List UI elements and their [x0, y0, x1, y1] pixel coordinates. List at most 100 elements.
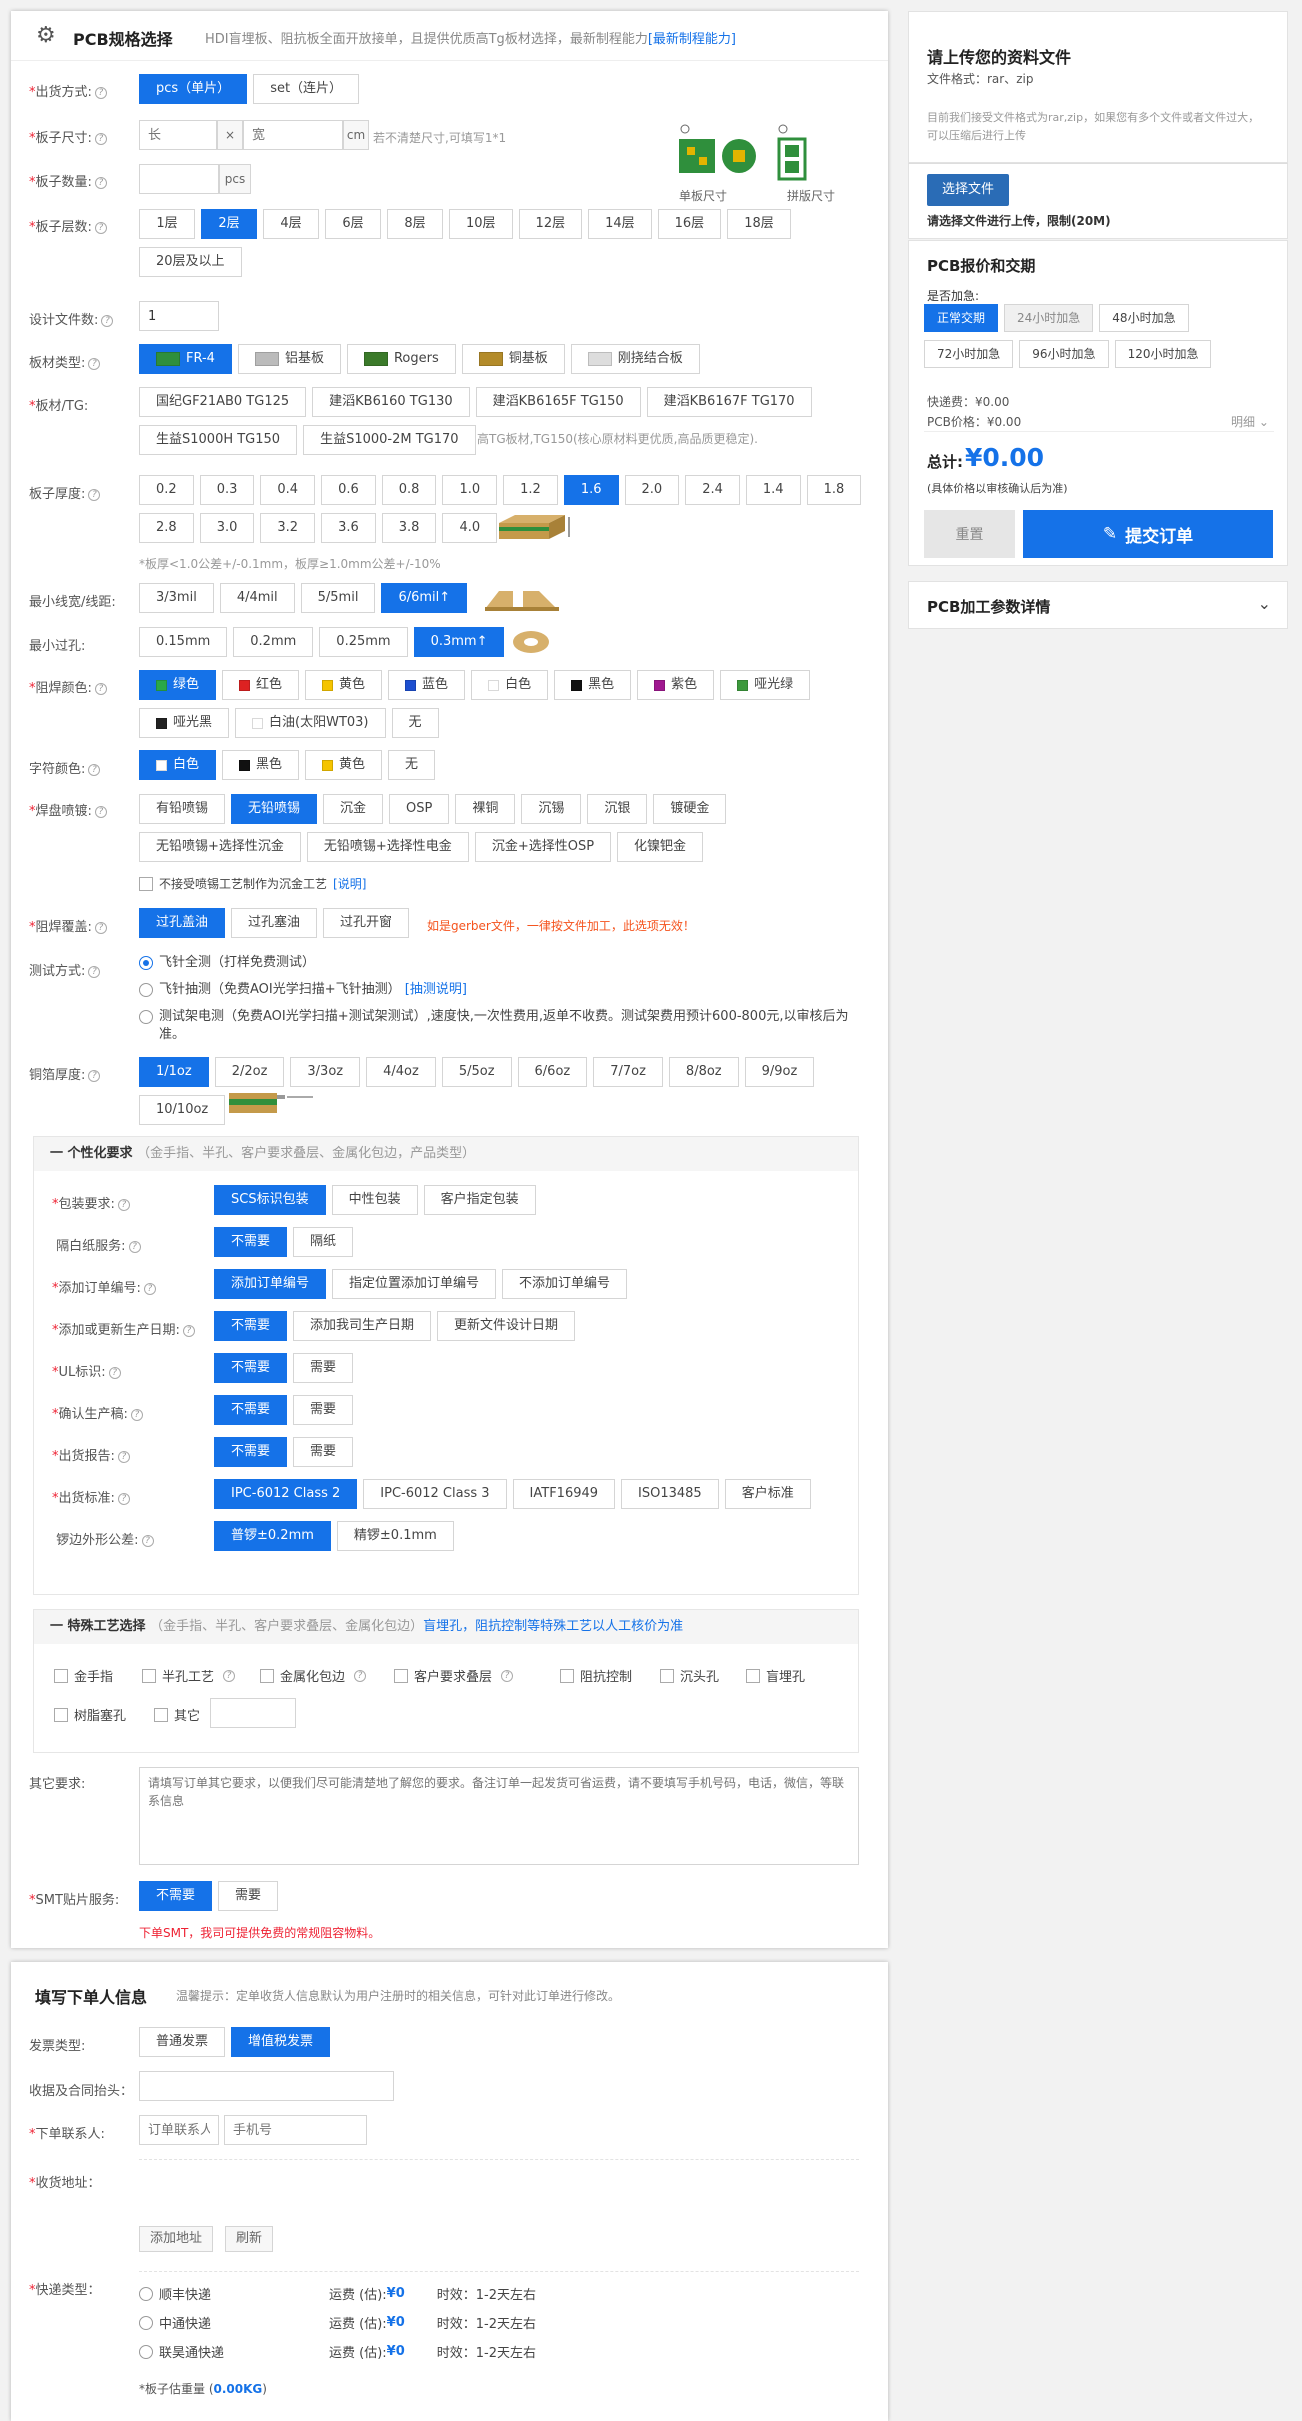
thickness-option[interactable]: 0.3 — [199, 475, 255, 505]
test-option-sample[interactable]: 飞针抽测（免费AOI光学扫描+飞针抽测） [抽测说明] — [139, 981, 859, 999]
material-option[interactable]: 生益S1000H TG150 — [139, 425, 298, 455]
copper-option[interactable]: 7/7oz — [593, 1057, 663, 1087]
smt-option[interactable]: 需要 — [218, 1881, 279, 1911]
copper-option[interactable]: 3/3oz — [290, 1057, 361, 1087]
thickness-option[interactable]: 3.6 — [321, 513, 376, 543]
board-type-option[interactable]: 刚挠结合板 — [570, 344, 700, 374]
soldermask-option[interactable]: 蓝色 — [388, 670, 466, 700]
surface-note-link[interactable]: [说明] — [333, 875, 366, 892]
personal-option[interactable]: 客户指定包装 — [423, 1185, 536, 1215]
express-option[interactable]: 顺丰快递 运费 (估): ¥0 时效：1-2天左右 — [139, 2284, 536, 2303]
thickness-option[interactable]: 1.8 — [806, 475, 862, 505]
special-header[interactable]: 一 特殊工艺选择 （金手指、半孔、客户要求叠层、金属化包边）盲埋孔，阻抗控制等特… — [34, 1610, 858, 1644]
thickness-option[interactable]: 1.4 — [745, 475, 801, 505]
test-option-full[interactable]: 飞针全测（打样免费测试） — [139, 954, 859, 972]
personal-option[interactable]: 隔纸 — [293, 1227, 354, 1257]
silkscreen-option[interactable]: 无 — [388, 750, 436, 780]
personal-option[interactable]: 中性包装 — [331, 1185, 418, 1215]
silkscreen-option[interactable]: 黑色 — [222, 750, 300, 780]
silkscreen-option[interactable]: 黄色 — [305, 750, 383, 780]
board-type-option[interactable]: Rogers — [346, 344, 456, 374]
surface-option[interactable]: 化镍钯金 — [617, 832, 704, 862]
min-hole-option[interactable]: 0.3mm↑ — [413, 627, 505, 657]
personal-option[interactable]: 不需要 — [214, 1227, 288, 1257]
personal-option[interactable]: 需要 — [293, 1353, 354, 1383]
chevron-down-icon[interactable]: ⌄ — [1258, 594, 1271, 613]
layer-option[interactable]: 10层 — [449, 209, 513, 239]
special-checkbox[interactable]: 客户要求叠层? — [394, 1666, 514, 1685]
thickness-option[interactable]: 2.0 — [624, 475, 680, 505]
params-panel[interactable]: PCB加工参数详情 ⌄ — [908, 581, 1288, 629]
urgent-option[interactable]: 72小时加急 — [924, 340, 1014, 368]
board-type-option[interactable]: FR-4 — [139, 344, 232, 374]
surface-option[interactable]: 无铅喷锡+选择性沉金 — [139, 832, 301, 862]
sample-test-link[interactable]: [抽测说明] — [405, 982, 467, 997]
invoice-option[interactable]: 普通发票 — [139, 2027, 226, 2057]
copper-option[interactable]: 6/6oz — [517, 1057, 588, 1087]
personal-option[interactable]: 精锣±0.1mm — [336, 1521, 454, 1551]
layer-option[interactable]: 2层 — [201, 209, 257, 239]
thickness-option[interactable]: 1.6 — [563, 475, 619, 505]
personal-option[interactable]: 不需要 — [214, 1353, 288, 1383]
personal-option[interactable]: 需要 — [293, 1395, 354, 1425]
submit-order-button[interactable]: ✎ 提交订单 — [1023, 510, 1273, 558]
thickness-option[interactable]: 3.2 — [260, 513, 316, 543]
min-trace-option[interactable]: 3/3mil — [139, 583, 214, 613]
copper-option[interactable]: 4/4oz — [366, 1057, 436, 1087]
surface-option[interactable]: 无铅喷锡 — [231, 794, 318, 824]
soldermask-option[interactable]: 黑色 — [554, 670, 632, 700]
via-option[interactable]: 过孔开窗 — [323, 908, 410, 938]
thickness-option[interactable]: 4.0 — [442, 513, 498, 543]
min-hole-option[interactable]: 0.15mm — [139, 627, 228, 657]
layer-option[interactable]: 8层 — [387, 209, 443, 239]
other-textarea[interactable] — [139, 1767, 859, 1865]
surface-option[interactable]: 沉锡 — [521, 794, 582, 824]
surface-option[interactable]: 裸铜 — [455, 794, 516, 824]
thickness-option[interactable]: 1.0 — [442, 475, 498, 505]
personal-option[interactable]: 指定位置添加订单编号 — [332, 1269, 497, 1299]
price-detail-toggle[interactable]: 明细 ⌄ — [1231, 413, 1269, 430]
express-option[interactable]: 中通快递 运费 (估): ¥0 时效：1-2天左右 — [139, 2313, 536, 2332]
copper-option[interactable]: 5/5oz — [441, 1057, 512, 1087]
thickness-option[interactable]: 0.2 — [139, 475, 194, 505]
surface-option[interactable]: 有铅喷锡 — [139, 794, 226, 824]
contract-input[interactable] — [139, 2071, 394, 2101]
layer-option[interactable]: 14层 — [588, 209, 652, 239]
shipping-mode-option[interactable]: set（连片） — [253, 74, 360, 104]
board-type-option[interactable]: 铝基板 — [237, 344, 341, 374]
urgent-option[interactable]: 96小时加急 — [1019, 340, 1109, 368]
personal-option[interactable]: IPC-6012 Class 2 — [214, 1479, 358, 1509]
layer-option[interactable]: 16层 — [657, 209, 722, 239]
personal-option[interactable]: 不需要 — [214, 1437, 288, 1467]
thickness-option[interactable]: 2.8 — [139, 513, 194, 543]
surface-option[interactable]: 沉金 — [323, 794, 384, 824]
design-files-input[interactable] — [139, 301, 219, 331]
urgent-option[interactable]: 正常交期 — [924, 304, 999, 332]
thickness-option[interactable]: 1.2 — [503, 475, 558, 505]
layer-option[interactable]: 12层 — [518, 209, 583, 239]
invoice-option[interactable]: 增值税发票 — [231, 2027, 331, 2057]
min-trace-option[interactable]: 6/6mil↑ — [381, 583, 468, 613]
special-checkbox[interactable]: 金手指 — [54, 1666, 113, 1685]
personal-option[interactable]: SCS标识包装 — [214, 1185, 326, 1215]
thickness-option[interactable]: 3.0 — [199, 513, 255, 543]
personal-option[interactable]: 添加订单编号 — [214, 1269, 327, 1299]
special-checkbox[interactable]: 阻抗控制 — [560, 1666, 632, 1685]
layer-option[interactable]: 4层 — [263, 209, 319, 239]
personal-option[interactable]: 客户标准 — [724, 1479, 811, 1509]
layer-option[interactable]: 18层 — [727, 209, 791, 239]
thickness-option[interactable]: 0.4 — [260, 475, 316, 505]
layer-option[interactable]: 6层 — [325, 209, 381, 239]
min-trace-option[interactable]: 4/4mil — [219, 583, 295, 613]
material-option[interactable]: 建滔KB6167F TG170 — [646, 387, 812, 417]
special-checkbox[interactable]: 树脂塞孔 — [54, 1705, 126, 1724]
surface-option[interactable]: 沉金+选择性OSP — [474, 832, 612, 862]
surface-option[interactable]: 沉银 — [587, 794, 648, 824]
soldermask-option[interactable]: 无 — [391, 708, 439, 738]
length-input[interactable] — [139, 120, 217, 150]
soldermask-option[interactable]: 哑光绿 — [720, 670, 811, 700]
contact-name-input[interactable] — [139, 2115, 219, 2145]
soldermask-option[interactable]: 白色 — [471, 670, 549, 700]
min-trace-option[interactable]: 5/5mil — [300, 583, 376, 613]
personal-option[interactable]: ISO13485 — [621, 1479, 719, 1509]
